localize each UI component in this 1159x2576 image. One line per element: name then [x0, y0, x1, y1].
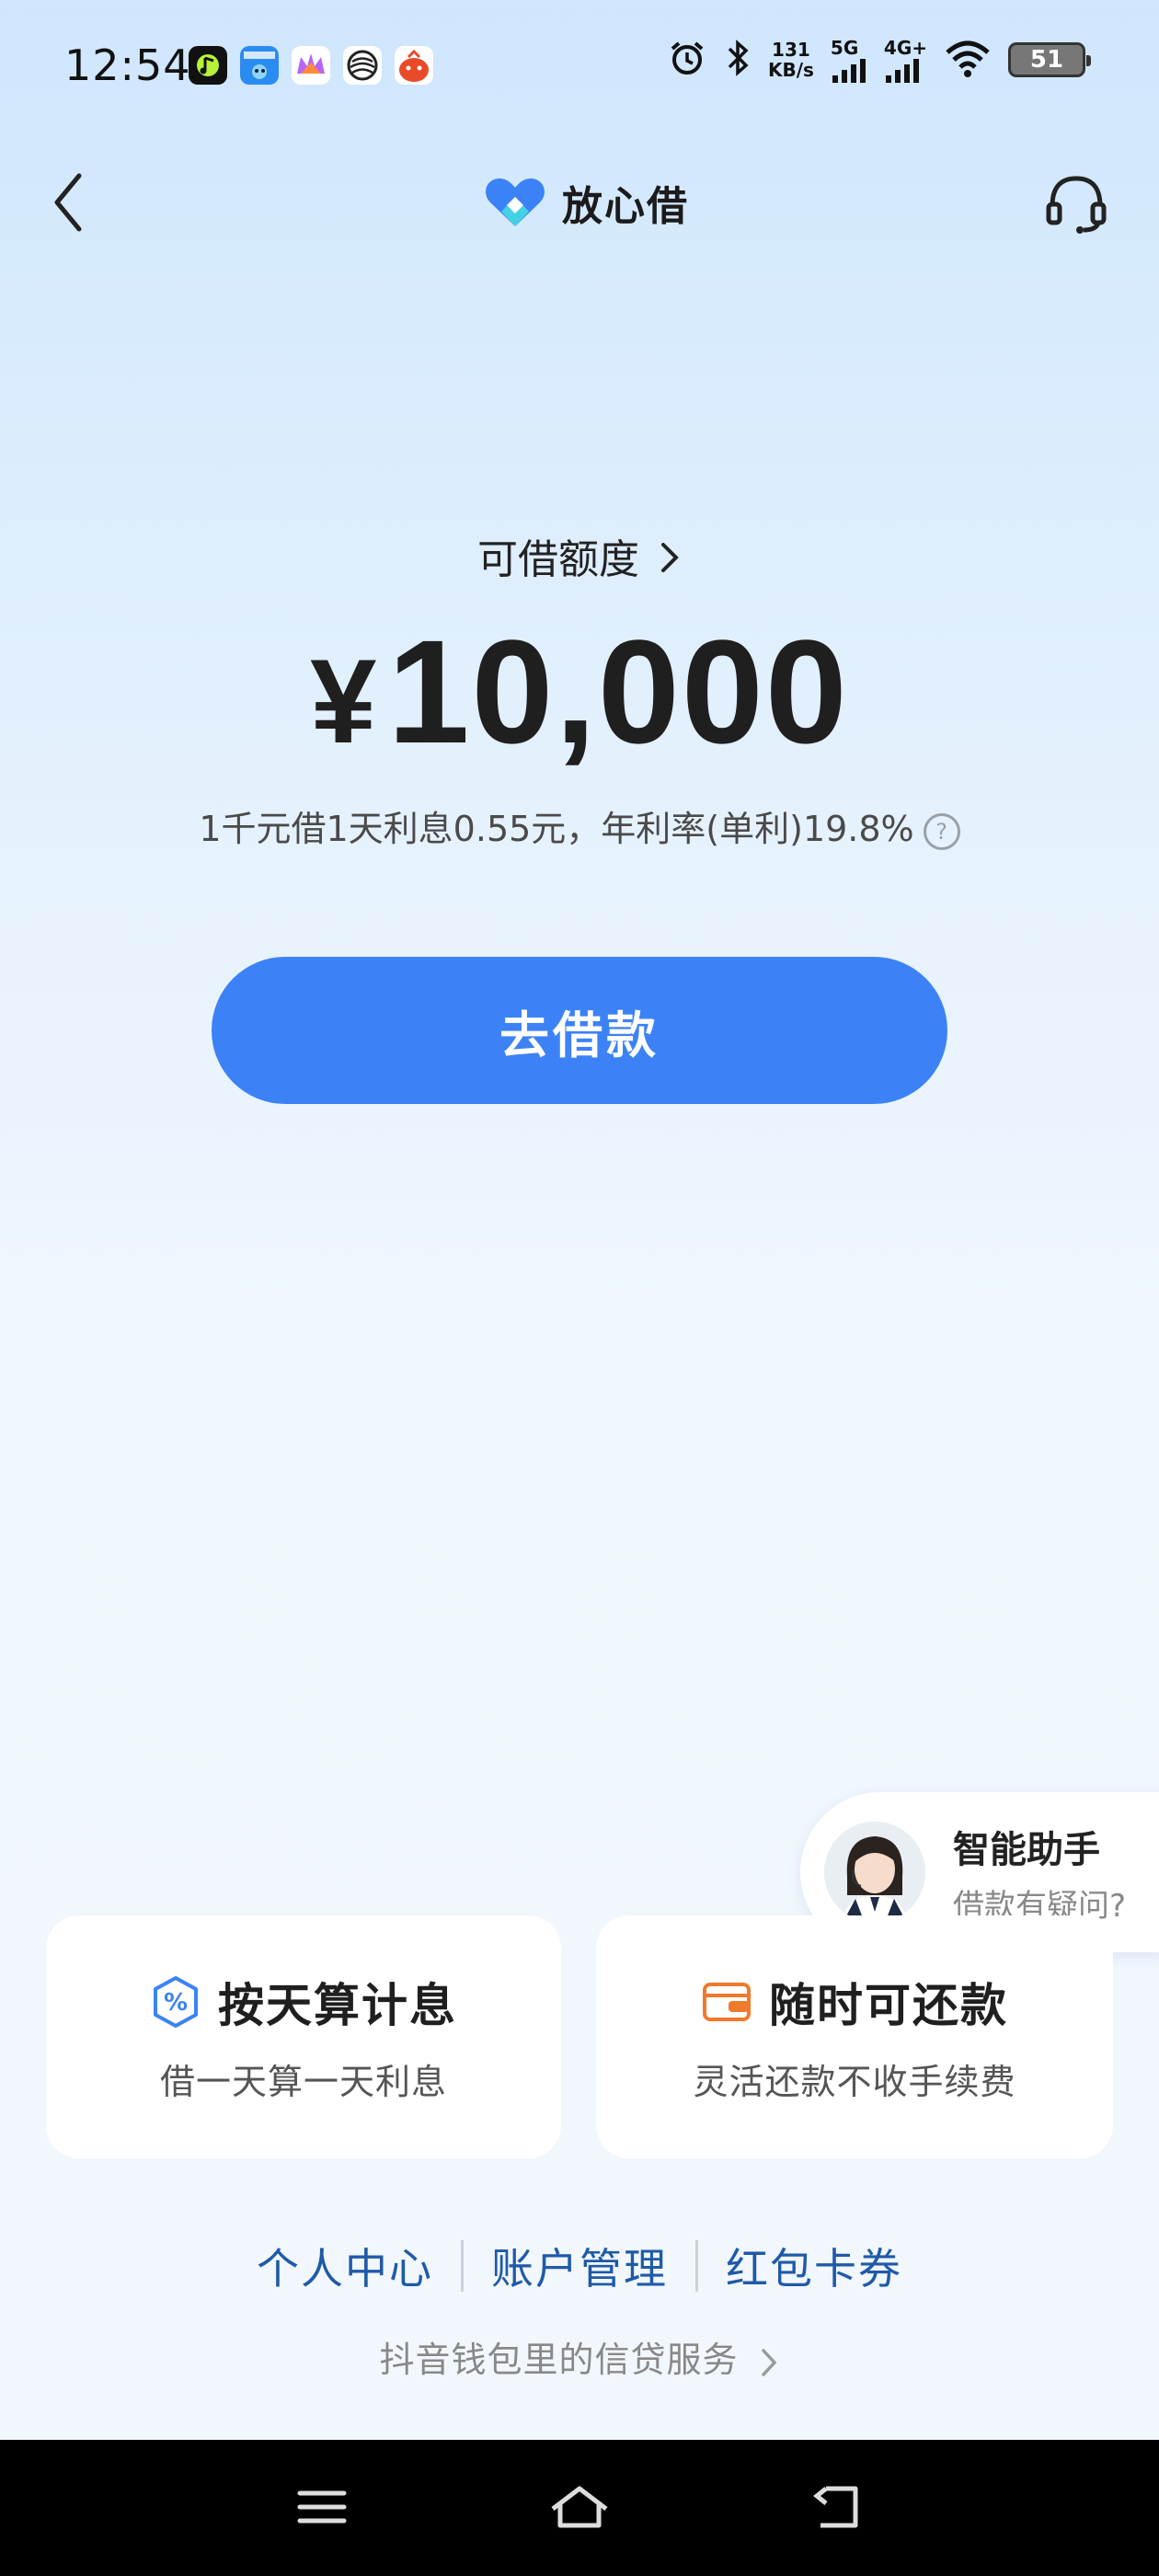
status-bar: 12:54 131 KB/s 5G 4G+ 51 — [0, 0, 1159, 138]
wallet-icon — [703, 1983, 751, 2021]
feature-title: 随时可还款 — [769, 1979, 1008, 2032]
footer-links: 个人中心 账户管理 红包卡券 — [0, 2236, 1159, 2296]
battery-indicator: 51 — [1008, 42, 1091, 77]
link-account-management[interactable]: 账户管理 — [464, 2236, 695, 2296]
wallet-service-link[interactable]: 抖音钱包里的信贷服务 — [0, 2331, 1159, 2382]
home-icon — [551, 2486, 608, 2528]
bluetooth-icon — [724, 38, 752, 82]
feature-subtitle: 灵活还款不收手续费 — [693, 2062, 1016, 2102]
network-speed: 131 KB/s — [768, 40, 814, 80]
feature-card-flexible-repay: 随时可还款 灵活还款不收手续费 — [596, 1915, 1113, 2158]
brand-name: 放心借 — [562, 183, 689, 230]
network-speed-value: 131 — [772, 39, 810, 61]
battery-level: 51 — [1029, 46, 1064, 74]
menu-button[interactable] — [276, 2466, 368, 2548]
credit-limit-link[interactable]: 可借额度 — [0, 526, 1159, 586]
wifi-icon — [944, 38, 992, 82]
sim1-label: 5G — [830, 37, 859, 59]
status-time: 12:54 — [64, 40, 191, 90]
autohome-app-icon — [240, 46, 279, 85]
red-app-icon — [395, 46, 433, 85]
system-navigation-bar — [0, 2440, 1159, 2576]
system-status-icons: 131 KB/s 5G 4G+ 51 — [667, 37, 1091, 83]
network-speed-unit: KB/s — [767, 59, 814, 81]
signal-icon — [885, 59, 919, 83]
assistant-text: 智能助手 借款有疑问? — [953, 1820, 1126, 1926]
mobile-carrier-icon — [343, 46, 382, 85]
customer-service-button[interactable] — [1039, 166, 1113, 239]
chevron-right-icon — [761, 2348, 776, 2376]
crown-app-icon — [292, 46, 330, 85]
credit-limit-title: 可借额度 — [477, 536, 639, 583]
interest-rate-info: 1千元借1天利息0.55元，年利率(单利)19.8%? — [0, 800, 1159, 851]
brand: 放心借 — [483, 173, 689, 232]
percent-icon: % — [154, 1976, 198, 2028]
feature-card-head: 随时可还款 — [596, 1969, 1113, 2035]
feature-card-head: % 按天算计息 — [46, 1969, 561, 2035]
borrow-button[interactable]: 去借款 — [212, 957, 947, 1104]
menu-icon — [297, 2490, 347, 2524]
credit-amount-value: 10,000 — [387, 609, 849, 774]
wallet-service-text: 抖音钱包里的信贷服务 — [379, 2340, 739, 2380]
feature-title: 按天算计息 — [218, 1979, 457, 2032]
assistant-avatar — [824, 1822, 925, 1923]
chevron-left-icon — [54, 173, 82, 232]
sim1-signal: 5G — [831, 37, 867, 83]
heart-logo-icon — [486, 178, 545, 226]
currency-symbol: ¥ — [310, 634, 379, 768]
sim2-signal: 4G+ — [884, 37, 927, 83]
alarm-icon — [667, 38, 707, 82]
feature-subtitle: 借一天算一天利息 — [159, 2062, 447, 2102]
back-nav-button[interactable] — [791, 2466, 883, 2548]
notification-app-icons — [189, 46, 433, 85]
music-app-icon — [189, 46, 227, 85]
help-icon[interactable]: ? — [923, 812, 960, 850]
home-button[interactable] — [534, 2466, 625, 2548]
return-icon — [812, 2486, 858, 2528]
headset-icon — [1046, 176, 1107, 234]
back-button[interactable] — [40, 166, 96, 239]
assistant-title: 智能助手 — [953, 1828, 1100, 1871]
link-personal-center[interactable]: 个人中心 — [229, 2236, 461, 2296]
interest-rate-text: 1千元借1天利息0.55元，年利率(单利)19.8% — [199, 809, 914, 849]
link-coupons[interactable]: 红包卡券 — [698, 2236, 930, 2296]
signal-icon — [832, 59, 866, 83]
feature-card-daily-interest: % 按天算计息 借一天算一天利息 — [46, 1915, 561, 2158]
svg-text:%: % — [164, 1989, 188, 2017]
chevron-right-icon — [660, 539, 682, 586]
sim2-label: 4G+ — [883, 37, 927, 59]
credit-amount: ¥10,000 — [0, 607, 1159, 776]
